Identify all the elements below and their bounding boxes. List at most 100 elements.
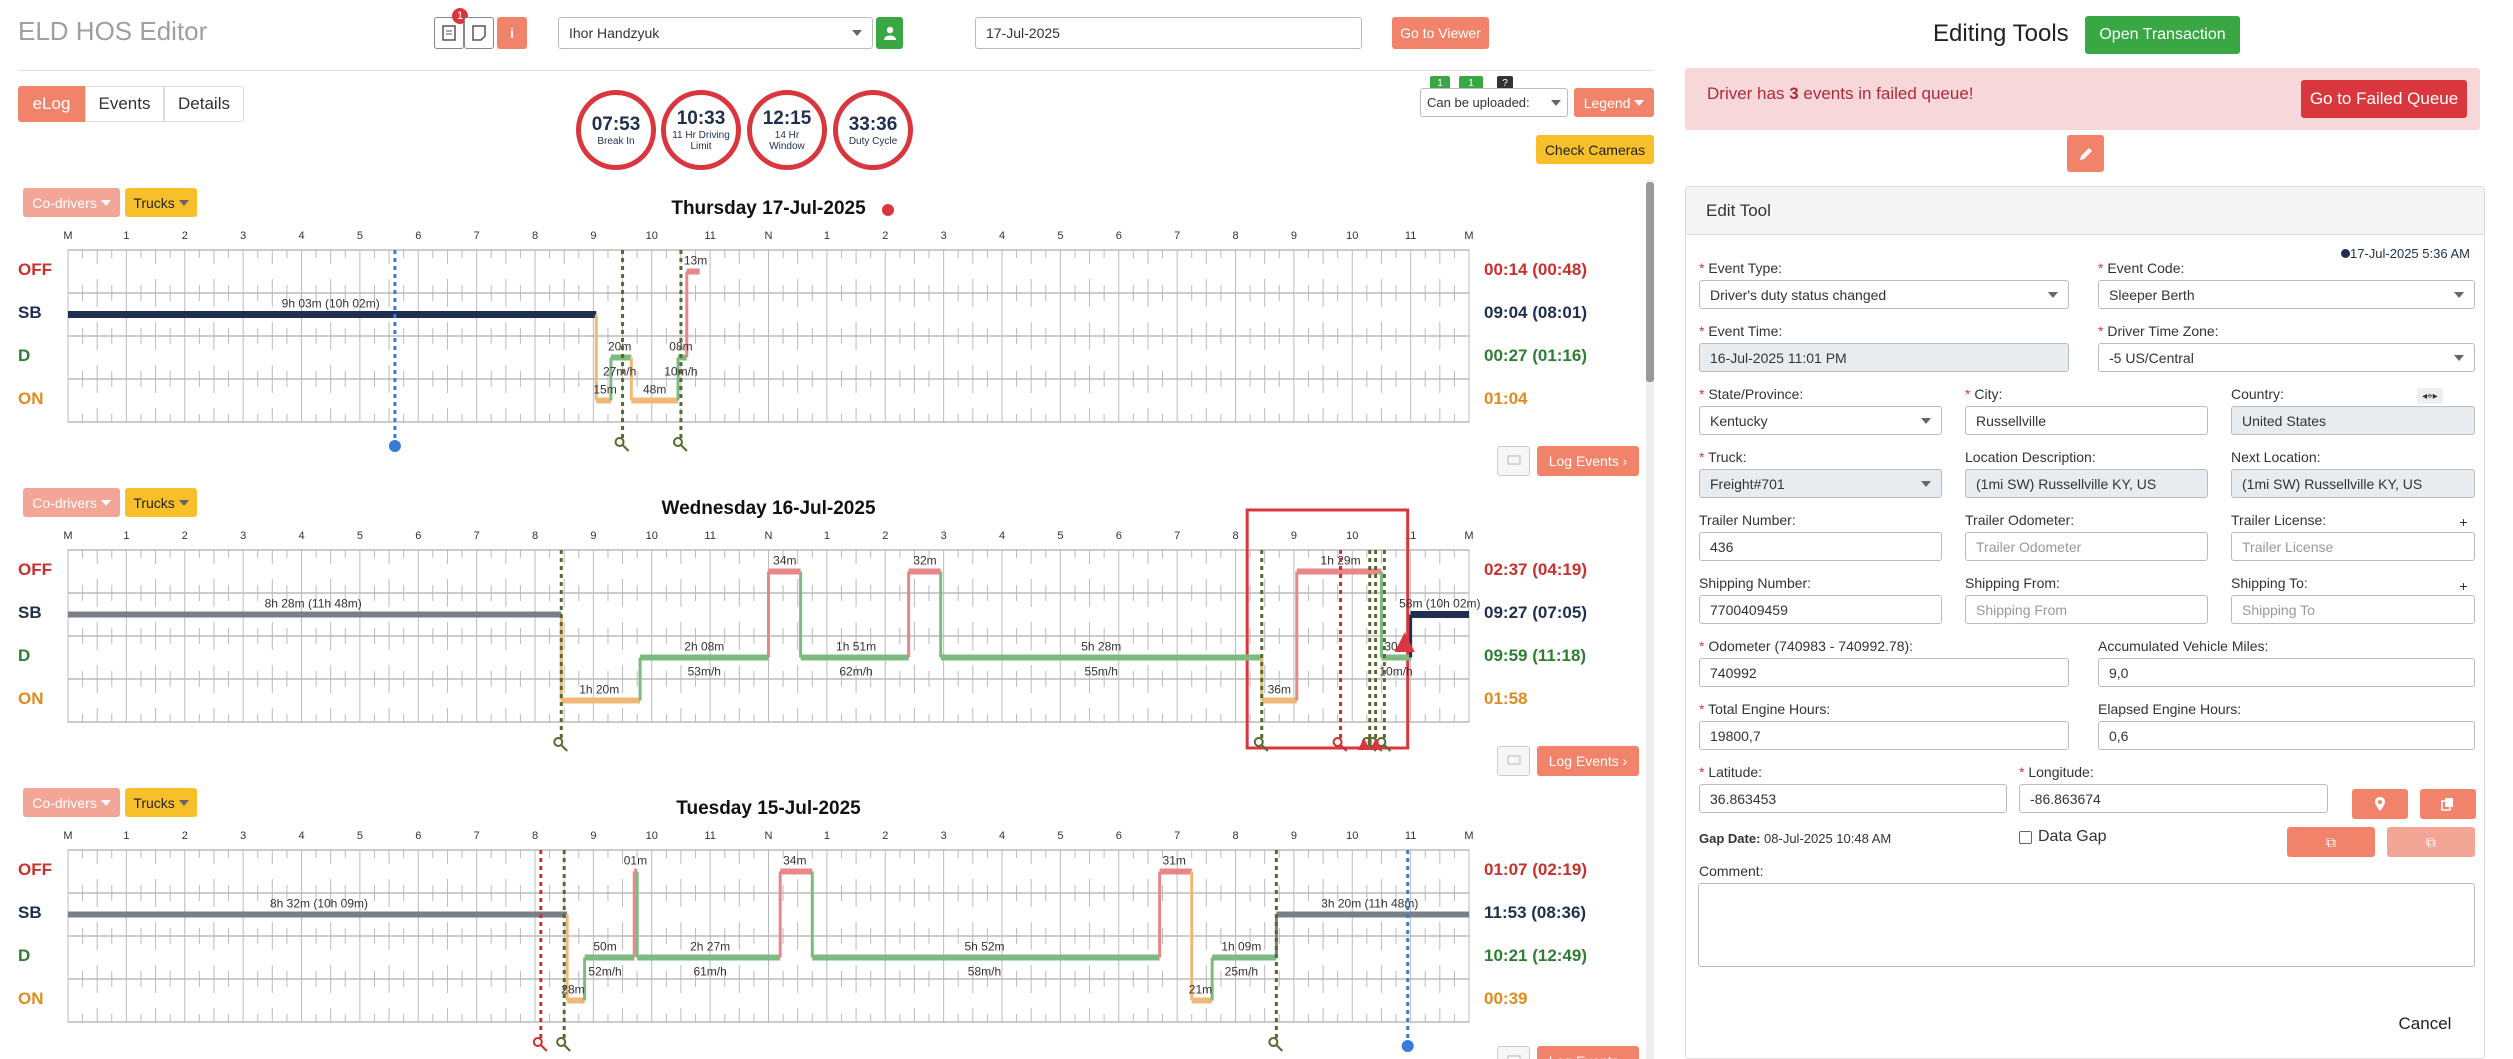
field-value: Sleeper Berth	[2109, 286, 2195, 303]
open-transaction-button[interactable]: Open Transaction	[2085, 16, 2240, 54]
tab-details[interactable]: Details	[164, 86, 244, 122]
event-dot-icon	[388, 440, 401, 452]
trucks-button[interactable]: Trucks	[125, 488, 197, 517]
check-cameras-button[interactable]: Check Cameras	[1536, 135, 1654, 164]
ship-from-label: Shipping From:	[1965, 575, 2060, 591]
trailer-odo-input[interactable]: Trailer Odometer	[1965, 532, 2208, 561]
info-button[interactable]: i	[497, 17, 527, 49]
country-location-toggle[interactable]: ◂⌖▸	[2417, 388, 2443, 404]
chevron-down-icon	[178, 799, 189, 806]
ship-num-label: Shipping Number:	[1699, 575, 1811, 591]
ship-to-label: Shipping To:	[2231, 575, 2308, 591]
hour-label: 8	[531, 230, 539, 242]
chevron-right-icon: ›	[1622, 753, 1628, 769]
hour-label: 6	[415, 230, 422, 242]
add-shipping-button[interactable]: +	[2456, 578, 2471, 594]
upload-select[interactable]: Can be uploaded:	[1420, 88, 1568, 117]
gap-date-value: 08-Jul-2025 10:48 AM	[1764, 831, 1892, 846]
log-scrollbar-thumb[interactable]	[1646, 182, 1654, 382]
cancel-button[interactable]: Cancel	[2385, 1005, 2465, 1043]
date-input[interactable]: 17-Jul-2025	[975, 17, 1362, 49]
segment-label: 32m	[913, 554, 936, 568]
app-title: ELD HOS Editor	[18, 16, 208, 46]
note-button[interactable]	[464, 17, 494, 49]
field-label-text: Latitude:	[1708, 764, 1763, 780]
driver-tz-select[interactable]: -5 US/Central	[2098, 343, 2475, 372]
edit-button[interactable]	[2067, 135, 2104, 172]
log-grid[interactable]: 8h 28m (11h 48m) 1h 20m 2h 08m 53m/h 34m 1h 5…	[67, 508, 1481, 752]
trailer-lic-input[interactable]: Trailer License	[2231, 532, 2475, 561]
segment-label: 1h 09m	[1221, 940, 1261, 954]
hour-label: 7	[1174, 230, 1181, 242]
chevron-right-icon: ›	[1623, 1053, 1628, 1059]
driver-profile-button[interactable]	[876, 17, 903, 49]
ship-to-input[interactable]: Shipping To	[2231, 595, 2475, 624]
field-value: Trailer License	[2242, 538, 2334, 555]
hour-label: M	[63, 830, 73, 842]
event-code-select[interactable]: Sleeper Berth	[2098, 280, 2475, 309]
state-select[interactable]: Kentucky	[1699, 406, 1942, 435]
co-drivers-label: Co-drivers	[32, 794, 97, 811]
required-marker: *	[2019, 764, 2029, 780]
event-type-label: * Event Type:	[1699, 260, 1782, 276]
user-icon	[883, 26, 896, 40]
log-events-button[interactable]: Log Events ›	[1537, 446, 1639, 476]
city-input[interactable]: Russellville	[1965, 406, 2208, 435]
hour-label: 8	[1232, 530, 1239, 542]
data-gap-checkbox[interactable]	[2019, 831, 2032, 844]
loc-desc-input: (1mi SW) Russellville KY, US	[1965, 469, 2208, 498]
co-drivers-button[interactable]: Co-drivers	[23, 788, 120, 817]
plus-icon: +	[2459, 513, 2468, 530]
log-grid[interactable]: 9h 03m (10h 02m)20m27m/h15m48m08m10m/h13…	[67, 249, 1471, 452]
comment-textarea[interactable]	[1698, 883, 2475, 967]
segment-label: 3h 20m (11h 48m)	[1321, 897, 1418, 911]
log-events-button[interactable]: Log Events ›	[1537, 746, 1639, 776]
lat-input[interactable]: 36.863453	[1699, 784, 2007, 813]
alert-count: 3	[1789, 84, 1799, 103]
go-to-failed-queue-button[interactable]: Go to Failed Queue	[2301, 80, 2467, 118]
log-events-button[interactable]: Log Events ›	[1537, 1046, 1639, 1059]
location-pin-icon: ◂⌖▸	[2422, 390, 2438, 402]
driver-select[interactable]: Ihor Handzyuk	[558, 17, 873, 49]
paste-button[interactable]: ⧉	[2287, 827, 2375, 857]
add-trailer-button[interactable]: +	[2456, 513, 2471, 530]
eng-hours-input[interactable]: 19800,7	[1699, 721, 2069, 750]
go-to-viewer-button[interactable]: Go to Viewer	[1392, 17, 1489, 49]
trailer-num-input[interactable]: 436	[1699, 532, 1942, 561]
elapsed-hours-input[interactable]: 0,6	[2098, 721, 2475, 750]
co-drivers-button[interactable]: Co-drivers	[23, 188, 120, 217]
segment-label: 55m/h	[1085, 665, 1118, 679]
comment-button[interactable]	[1497, 746, 1530, 776]
legend-button[interactable]: Legend	[1574, 88, 1654, 117]
log-grid[interactable]: 8h 32m (10h 09m)28m50m52m/h01m2h 27m61m/…	[67, 849, 1471, 1052]
hour-label: 1	[123, 830, 130, 842]
trucks-button[interactable]: Trucks	[125, 188, 197, 217]
segment-label: 53m/h	[688, 665, 721, 679]
lon-input[interactable]: -86.863674	[2019, 784, 2328, 813]
event-type-select[interactable]: Driver's duty status changed	[1699, 280, 2069, 309]
comment-button[interactable]	[1497, 1046, 1530, 1059]
copy-coords-button[interactable]	[2420, 789, 2476, 819]
upload-select-label: Can be uploaded:	[1427, 95, 1530, 110]
tab-events[interactable]: Events	[85, 86, 164, 122]
comment-button[interactable]	[1497, 446, 1530, 476]
log-scrollbar-track[interactable]	[1646, 180, 1654, 1059]
key-icon	[1268, 1037, 1279, 1047]
trucks-button[interactable]: Trucks	[125, 788, 197, 817]
field-value: (1mi SW) Russellville KY, US	[1976, 475, 2157, 492]
acc-miles-input[interactable]: 9,0	[2098, 658, 2475, 687]
ship-num-input[interactable]: 7700409459	[1699, 595, 1942, 624]
tab-elog[interactable]: eLog	[18, 86, 85, 122]
co-drivers-button[interactable]: Co-drivers	[23, 488, 120, 517]
hour-label: 4	[998, 830, 1006, 842]
field-label-text: Trailer Odometer:	[1965, 512, 2075, 528]
hour-label: 7	[473, 830, 480, 842]
gauge-value: 12:15	[762, 108, 812, 129]
locate-button[interactable]	[2352, 789, 2408, 819]
odometer-input[interactable]: 740992	[1699, 658, 2069, 687]
field-value: Kentucky	[1710, 412, 1768, 429]
ship-from-input[interactable]: Shipping From	[1965, 595, 2208, 624]
hour-label: 7	[473, 230, 480, 242]
chevron-down-icon	[1634, 99, 1645, 106]
hour-label: 2	[882, 830, 889, 842]
